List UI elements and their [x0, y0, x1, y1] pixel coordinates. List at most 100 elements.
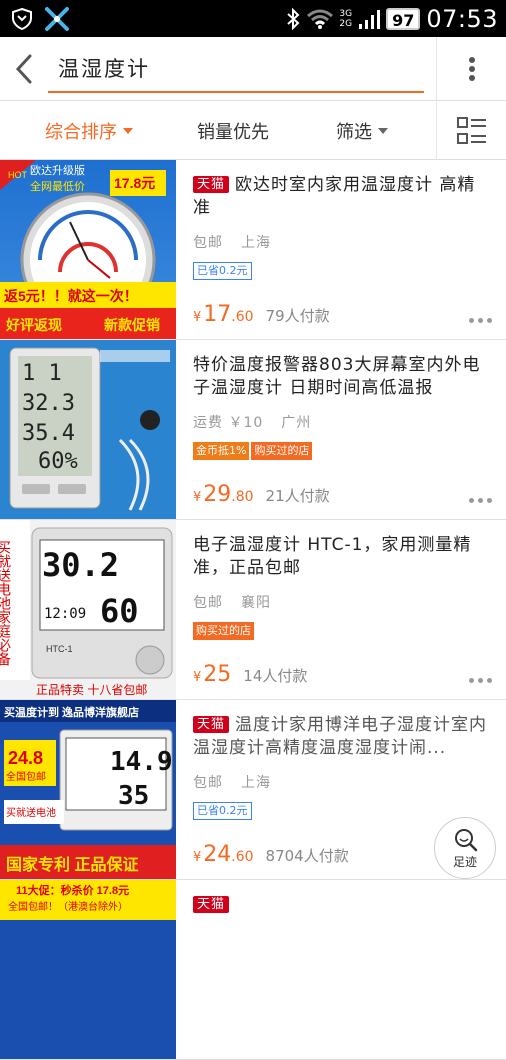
search-header: 温湿度计: [0, 36, 506, 101]
currency-symbol: ¥: [193, 310, 202, 325]
thumb-sub-text: 全国包邮！（港澳台除外）: [8, 900, 128, 913]
tag-savings: 已省0.2元: [193, 802, 252, 820]
shipping: 包邮: [193, 775, 223, 791]
item-more-button[interactable]: [469, 318, 492, 323]
product-tags: 购买过的店: [193, 622, 493, 640]
price: 25: [203, 662, 232, 687]
thumb-hot: HOT: [8, 170, 28, 180]
more-options-button[interactable]: [436, 36, 506, 101]
price-row: ¥ 29 .80 21人付款: [193, 482, 330, 507]
thumb-bottom-text: 国家专利 正品保证: [6, 855, 138, 874]
thumb-battery-text: 买就送电池: [6, 806, 56, 819]
tag-purchased-store: 购买过的店: [193, 622, 254, 640]
thumb-sub-text: 全网最低价: [30, 179, 85, 193]
thumb-display-3: 35.4: [22, 421, 75, 446]
thumb-banner2b: 新款促销: [104, 317, 160, 333]
footprint-icon: [455, 828, 478, 851]
item-more-button[interactable]: [469, 678, 492, 683]
thumb-vertical-text: 买就送电池家庭必备: [0, 540, 12, 666]
product-title-text: 温度计家用博洋电子湿度计室内温湿度计高精度温度湿度计闹...: [193, 715, 488, 758]
filter-label: 筛选: [336, 121, 372, 143]
price-row: ¥ 25 14人付款: [193, 662, 307, 687]
product-tags: 已省0.2元: [193, 262, 493, 280]
hygrometer-image: HOT 欧达升级版 全网最低价 17.8元 返5元！！就这一次！ 好评返现 新款…: [0, 160, 176, 339]
thumb-display-4: 60%: [38, 449, 78, 474]
list-view-icon: [456, 116, 486, 144]
price: 24: [203, 842, 232, 867]
product-title: 电子温湿度计 HTC-1，家用测量精准，正品包邮: [193, 535, 472, 578]
caret-down-icon: [378, 127, 388, 134]
product-title-text: 欧达时室内家用温湿度计 高精准: [193, 175, 476, 218]
shield-notification-icon: [12, 7, 32, 30]
search-query: 温湿度计: [58, 56, 150, 81]
sort-comprehensive[interactable]: 综合排序: [0, 102, 178, 160]
sort-sales-label: 销量优先: [197, 121, 269, 143]
thumb-time: 12:09: [44, 606, 86, 622]
status-bar: 3G 2G 97 07:53: [0, 0, 506, 37]
tools-notification-icon: [45, 6, 69, 31]
thumb-top-text: 欧达升级版: [30, 163, 85, 177]
product-list: HOT 欧达升级版 全网最低价 17.8元 返5元！！就这一次！ 好评返现 新款…: [0, 160, 506, 1060]
thumb-hum: 60: [100, 592, 139, 630]
filter-button[interactable]: 筛选: [288, 102, 436, 160]
price-decimal: .80: [231, 489, 254, 505]
hygrometer-boyang-image: 买温度计到 逸品博洋旗舰店 24.8 全国包邮 14.9 35 买就送电池 国家…: [0, 700, 176, 879]
network-type-top: 3G: [339, 8, 353, 19]
thermometer-image: 1 1 32.3 35.4 60%: [9, 347, 170, 511]
product-meta: 包邮 襄阳: [193, 592, 493, 612]
hygrometer-htc1-image: 30.2 12:09 60 HTC-1 买就送电池家庭必备 正品特卖 十八省包邮: [0, 520, 173, 697]
sort-sales[interactable]: 销量优先: [178, 102, 288, 160]
search-input[interactable]: 温湿度计: [48, 45, 424, 93]
price-row: ¥ 17 .60 79人付款: [193, 302, 330, 327]
thumb-banner2a: 好评返现: [5, 317, 62, 333]
thumb-temp: 14.9: [110, 747, 173, 777]
network-type-bottom: 2G: [339, 18, 353, 29]
tag-coins: 金币抵1%: [193, 442, 250, 460]
product-item[interactable]: 30.2 12:09 60 HTC-1 买就送电池家庭必备 正品特卖 十八省包邮…: [0, 520, 506, 700]
tag-savings: 已省0.2元: [193, 262, 252, 280]
product-meta: 包邮 上海: [193, 772, 493, 792]
thumb-display-2: 32.3: [22, 391, 75, 416]
location: 上海: [241, 775, 271, 791]
location: 襄阳: [241, 595, 271, 611]
price-decimal: .60: [231, 309, 254, 325]
thumb-price: 24.8: [8, 748, 43, 768]
product-title: 天猫 温度计家用博洋电子湿度计室内温湿度计高精度温度湿度计闹...: [193, 714, 493, 760]
sold-count: 21人付款: [265, 487, 330, 505]
sold-count: 8704人付款: [265, 847, 349, 865]
thumb-hum: 35: [118, 781, 149, 811]
product-tags: 已省0.2元: [193, 802, 493, 820]
thumb-price-tag: 17.8元: [114, 175, 155, 191]
product-tags: 金币抵1% 购买过的店: [193, 442, 493, 460]
price-decimal: .60: [231, 849, 254, 865]
battery-level: 97: [386, 7, 421, 30]
currency-symbol: ¥: [193, 670, 202, 685]
sold-count: 79人付款: [265, 307, 330, 325]
tmall-badge: 天猫: [193, 896, 230, 913]
thumb-bottom-text: 正品特卖 十八省包邮: [36, 682, 147, 697]
thumb-banner1: 返5元！！就这一次！: [4, 288, 138, 304]
signal-icon: [359, 9, 381, 29]
product-partial-image: 11大促：秒杀价 17.8元 全国包邮！（港澳台除外）: [0, 880, 176, 920]
price: 29: [203, 482, 232, 507]
thumb-top-text: 买温度计到 逸品博洋旗舰店: [4, 705, 139, 719]
product-meta: 包邮 上海: [193, 232, 493, 252]
tmall-badge: 天猫: [193, 716, 230, 733]
product-image: 1 1 32.3 35.4 60%: [0, 340, 176, 519]
product-item[interactable]: HOT 欧达升级版 全网最低价 17.8元 返5元！！就这一次！ 好评返现 新款…: [0, 160, 506, 340]
footprint-label: 足迹: [452, 854, 477, 869]
product-item[interactable]: 11大促：秒杀价 17.8元 全国包邮！（港澳台除外） 天猫: [0, 880, 506, 1060]
thumb-model: HTC-1: [46, 644, 73, 654]
product-title: 天猫: [193, 894, 493, 917]
product-title: 天猫 欧达时室内家用温湿度计 高精准: [193, 174, 493, 220]
back-button[interactable]: [0, 37, 48, 101]
product-title: 特价温度报警器803大屏幕室内外电子温湿度计 日期时间高低温报: [193, 355, 481, 398]
footprint-button[interactable]: 足迹: [434, 817, 496, 879]
product-item[interactable]: 1 1 32.3 35.4 60% 特价温度报警器803大屏幕室内外电子温湿度计…: [0, 340, 506, 520]
shipping: 包邮: [193, 235, 223, 251]
product-item[interactable]: 买温度计到 逸品博洋旗舰店 24.8 全国包邮 14.9 35 买就送电池 国家…: [0, 700, 506, 880]
item-more-button[interactable]: [469, 498, 492, 503]
network-type: 3G 2G: [339, 9, 352, 29]
view-toggle-button[interactable]: [436, 101, 506, 160]
vertical-dots-icon: [468, 54, 475, 84]
